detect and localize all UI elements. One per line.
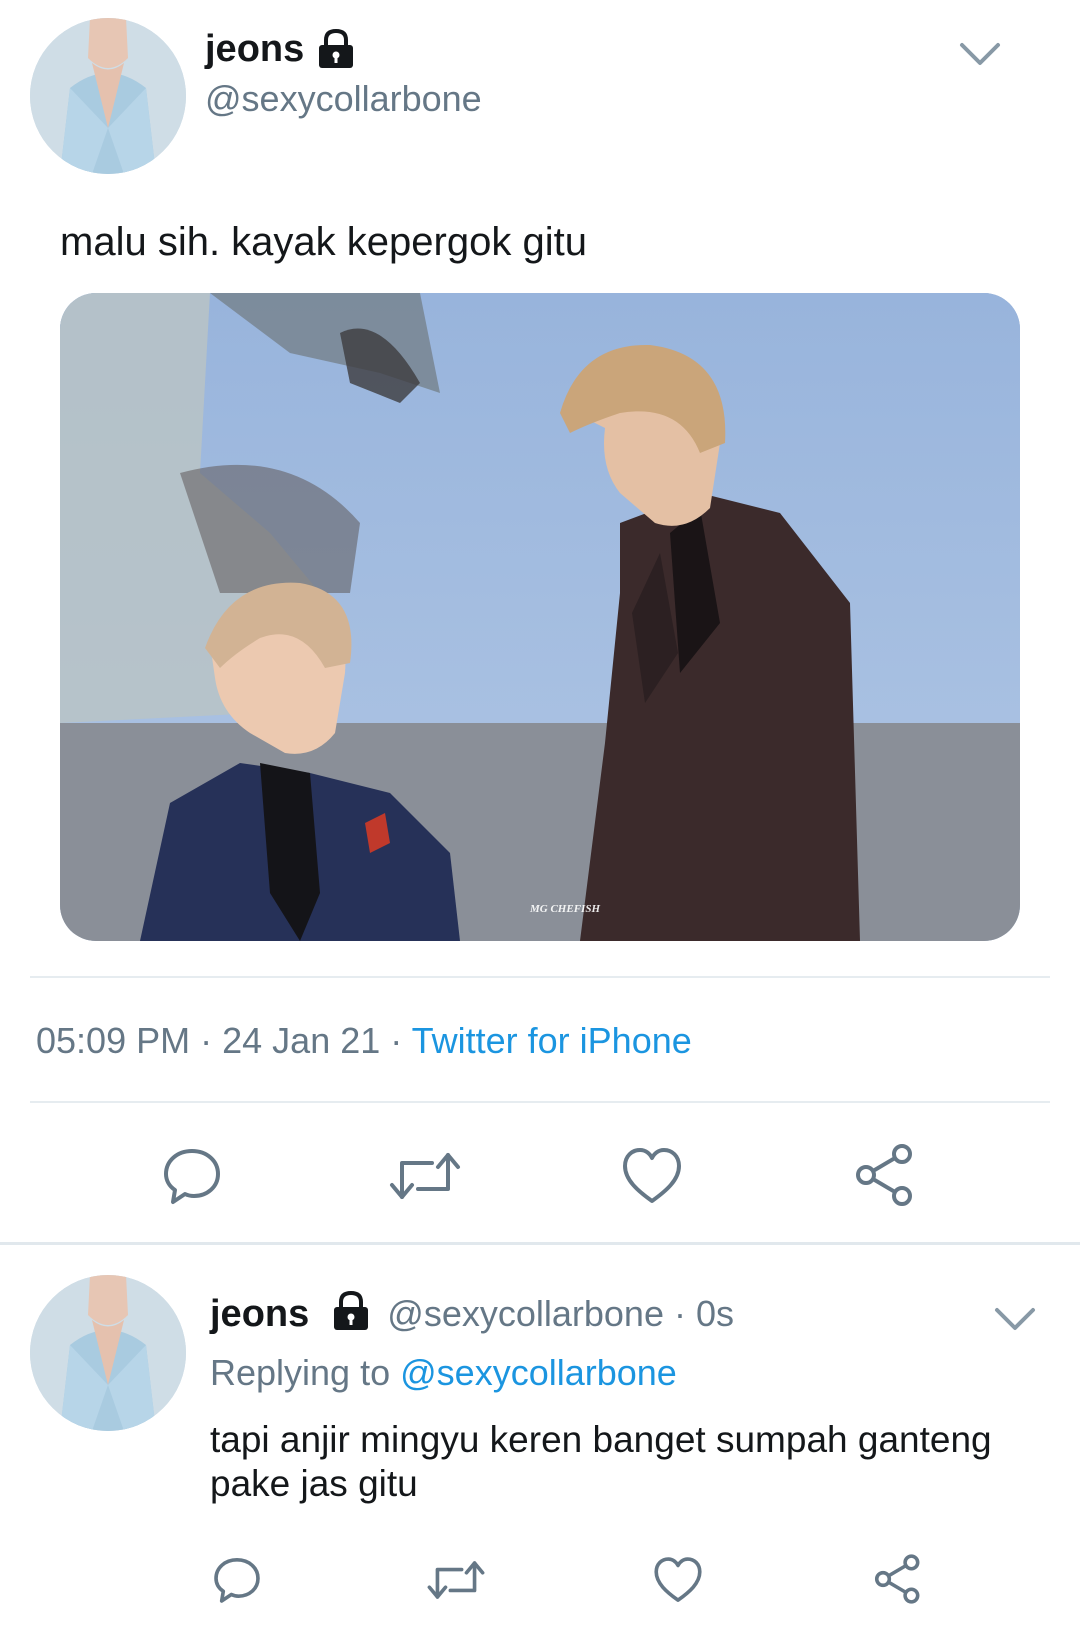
reply-separator: ·: [673, 1293, 686, 1334]
like-icon: [654, 1557, 702, 1602]
tweet-photo[interactable]: MG CHEFISH: [60, 293, 1020, 941]
tweet-time: 05:09 PM: [36, 1020, 191, 1061]
display-name[interactable]: jeons: [205, 28, 304, 71]
retweet-button[interactable]: [388, 1145, 462, 1207]
like-icon: [623, 1148, 681, 1203]
meta-separator: ·: [200, 1020, 213, 1061]
like-button[interactable]: [620, 1145, 684, 1207]
section-divider: [0, 1242, 1080, 1245]
lock-icon: [334, 1290, 369, 1330]
chevron-down-icon[interactable]: [993, 1305, 1037, 1338]
tweet-text: malu sih. kayak kepergok gitu: [60, 220, 587, 264]
reply-icon: [164, 1149, 220, 1204]
share-button[interactable]: [872, 1553, 924, 1605]
reply-display-name[interactable]: jeons: [210, 1293, 309, 1335]
replying-prefix: Replying to: [210, 1352, 391, 1393]
username[interactable]: @sexycollarbone: [205, 78, 482, 120]
lock-icon: [314, 26, 358, 75]
share-icon: [874, 1554, 920, 1604]
share-icon: [856, 1144, 912, 1206]
meta-separator: ·: [390, 1020, 403, 1061]
replying-to-link[interactable]: @sexycollarbone: [400, 1352, 677, 1393]
reply-button[interactable]: [161, 1145, 223, 1207]
tweet-source-link[interactable]: Twitter for iPhone: [412, 1020, 692, 1061]
divider: [30, 976, 1050, 978]
reply-username[interactable]: @sexycollarbone: [387, 1293, 664, 1334]
retweet-icon: [390, 1153, 460, 1199]
replying-to: Replying to @sexycollarbone: [210, 1352, 677, 1394]
image-watermark: MG CHEFISH: [529, 903, 600, 915]
reply-header: jeons @sexycollarbone · 0s: [210, 1288, 734, 1336]
like-button[interactable]: [652, 1555, 704, 1605]
tweet-meta: 05:09 PM · 24 Jan 21 · Twitter for iPhon…: [36, 1020, 692, 1062]
retweet-button[interactable]: [426, 1555, 486, 1605]
tweet-date: 24 Jan 21: [222, 1020, 381, 1061]
reply-text: tapi anjir mingyu keren banget sumpah ga…: [210, 1419, 992, 1504]
reply-button[interactable]: [212, 1555, 262, 1605]
reply-avatar[interactable]: [30, 1275, 186, 1431]
share-button[interactable]: [852, 1142, 918, 1208]
reply-timestamp[interactable]: 0s: [696, 1293, 734, 1334]
main-avatar[interactable]: [30, 18, 186, 174]
divider: [30, 1101, 1050, 1103]
retweet-icon: [427, 1561, 485, 1599]
chevron-down-icon[interactable]: [958, 40, 1002, 73]
reply-icon: [214, 1558, 260, 1603]
